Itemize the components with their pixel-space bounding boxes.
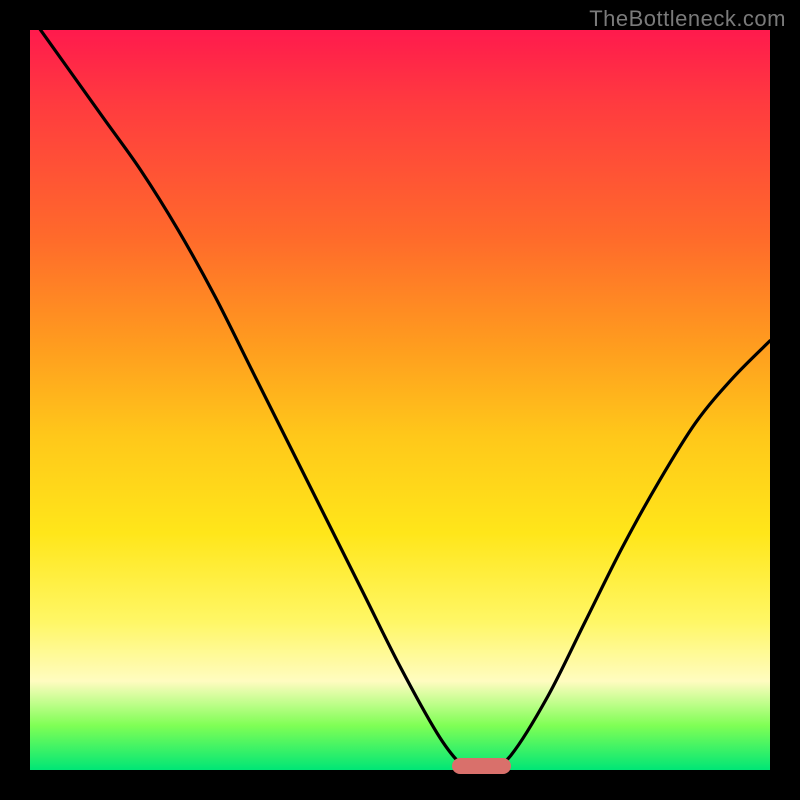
watermark-text: TheBottleneck.com	[589, 6, 786, 32]
curve-path	[30, 15, 770, 771]
minimum-marker	[452, 758, 511, 774]
chart-frame: TheBottleneck.com	[0, 0, 800, 800]
bottleneck-curve	[30, 30, 770, 770]
plot-area	[30, 30, 770, 770]
